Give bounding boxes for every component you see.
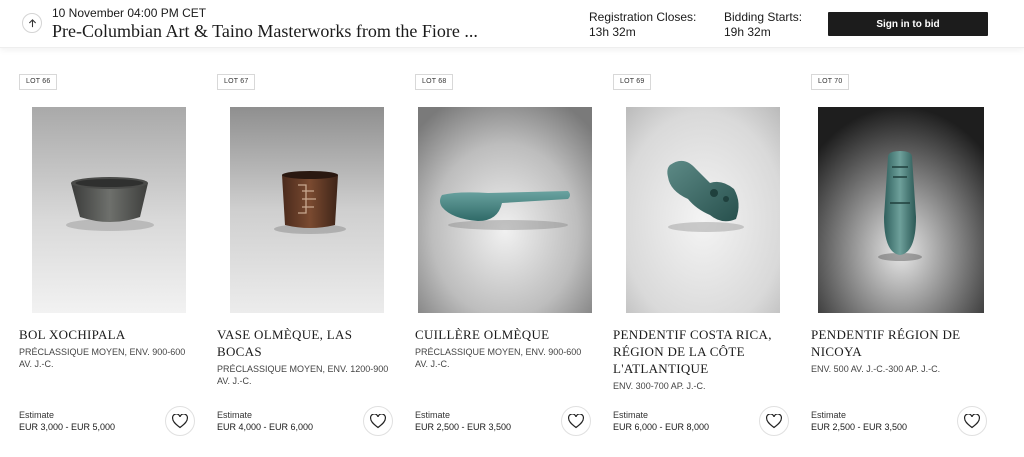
- registration-label: Registration Closes:: [589, 10, 697, 24]
- lot-card[interactable]: LOT 68 CUILLÈRE OLMÈQUE PRÉCLASSIQUE MOY…: [415, 74, 593, 444]
- sale-title[interactable]: Pre-Columbian Art & Taino Masterworks fr…: [52, 21, 478, 42]
- lot-subtitle: ENV. 500 AV. J.-C.-300 AP. J.-C.: [811, 364, 941, 374]
- bidding-label: Bidding Starts:: [724, 10, 803, 24]
- estimate-value: EUR 2,500 - EUR 3,500: [415, 422, 512, 432]
- lot-badge: LOT 70: [811, 74, 850, 90]
- arrow-up-icon[interactable]: [22, 13, 42, 33]
- lot-image[interactable]: [32, 107, 186, 313]
- registration-closes: Registration Closes: 13h 32m: [589, 10, 696, 40]
- lot-card[interactable]: LOT 70 PENDENTIF RÉGION DE NICOYA ENV. 5…: [811, 74, 989, 444]
- heart-icon[interactable]: [363, 406, 393, 436]
- sale-date: 10 November 04:00 PM CET: [52, 6, 207, 20]
- lot-title[interactable]: CUILLÈRE OLMÈQUE: [415, 326, 593, 343]
- lot-title[interactable]: BOL XOCHIPALA: [19, 326, 197, 343]
- bidding-countdown: 19h 32m: [724, 25, 771, 39]
- heart-icon[interactable]: [957, 406, 987, 436]
- lot-title[interactable]: VASE OLMÈQUE, LAS BOCAS: [217, 326, 395, 360]
- estimate-label: Estimate: [613, 410, 649, 420]
- estimate-value: EUR 3,000 - EUR 5,000: [19, 422, 116, 432]
- lot-image[interactable]: [418, 107, 592, 313]
- bidding-starts: Bidding Starts: 19h 32m: [724, 10, 802, 40]
- heart-icon[interactable]: [561, 406, 591, 436]
- sign-in-to-bid-button[interactable]: Sign in to bid: [828, 12, 988, 36]
- registration-countdown: 13h 32m: [589, 25, 636, 39]
- estimate-label: Estimate: [415, 410, 451, 420]
- lot-badge: LOT 68: [415, 74, 454, 90]
- estimate-value: EUR 6,000 - EUR 8,000: [613, 422, 710, 432]
- lot-badge: LOT 66: [19, 74, 58, 90]
- heart-icon[interactable]: [759, 406, 789, 436]
- lot-badge: LOT 67: [217, 74, 256, 90]
- lot-card[interactable]: LOT 67 VASE OLMÈQUE, LAS BOCAS PRÉCLASSI…: [217, 74, 395, 444]
- lot-badge: LOT 69: [613, 74, 652, 90]
- lot-card[interactable]: LOT 66 BOL XOCHIPALA PRÉCLASSIQUE MOYEN,…: [19, 74, 197, 444]
- lot-image[interactable]: [230, 107, 384, 313]
- estimate-label: Estimate: [811, 410, 847, 420]
- lot-subtitle: PRÉCLASSIQUE MOYEN, ENV. 1200-900 AV. J.…: [217, 364, 389, 386]
- lot-title[interactable]: PENDENTIF COSTA RICA, RÉGION DE LA CÔTE …: [613, 326, 791, 377]
- estimate-label: Estimate: [19, 410, 55, 420]
- lot-subtitle: PRÉCLASSIQUE MOYEN, ENV. 900-600 AV. J.-…: [19, 347, 186, 369]
- lot-image[interactable]: [626, 107, 780, 313]
- estimate-value: EUR 4,000 - EUR 6,000: [217, 422, 314, 432]
- lot-subtitle: PRÉCLASSIQUE MOYEN, ENV. 900-600 AV. J.-…: [415, 347, 582, 369]
- estimate-value: EUR 2,500 - EUR 3,500: [811, 422, 908, 432]
- lot-image[interactable]: [818, 107, 984, 313]
- heart-icon[interactable]: [165, 406, 195, 436]
- estimate-label: Estimate: [217, 410, 253, 420]
- lot-card[interactable]: LOT 69 PENDENTIF COSTA RICA, RÉGION DE L…: [613, 74, 791, 444]
- lot-title[interactable]: PENDENTIF RÉGION DE NICOYA: [811, 326, 989, 360]
- lot-subtitle: ENV. 300-700 AP. J.-C.: [613, 381, 706, 391]
- sale-header: 10 November 04:00 PM CET Pre-Columbian A…: [0, 0, 1024, 48]
